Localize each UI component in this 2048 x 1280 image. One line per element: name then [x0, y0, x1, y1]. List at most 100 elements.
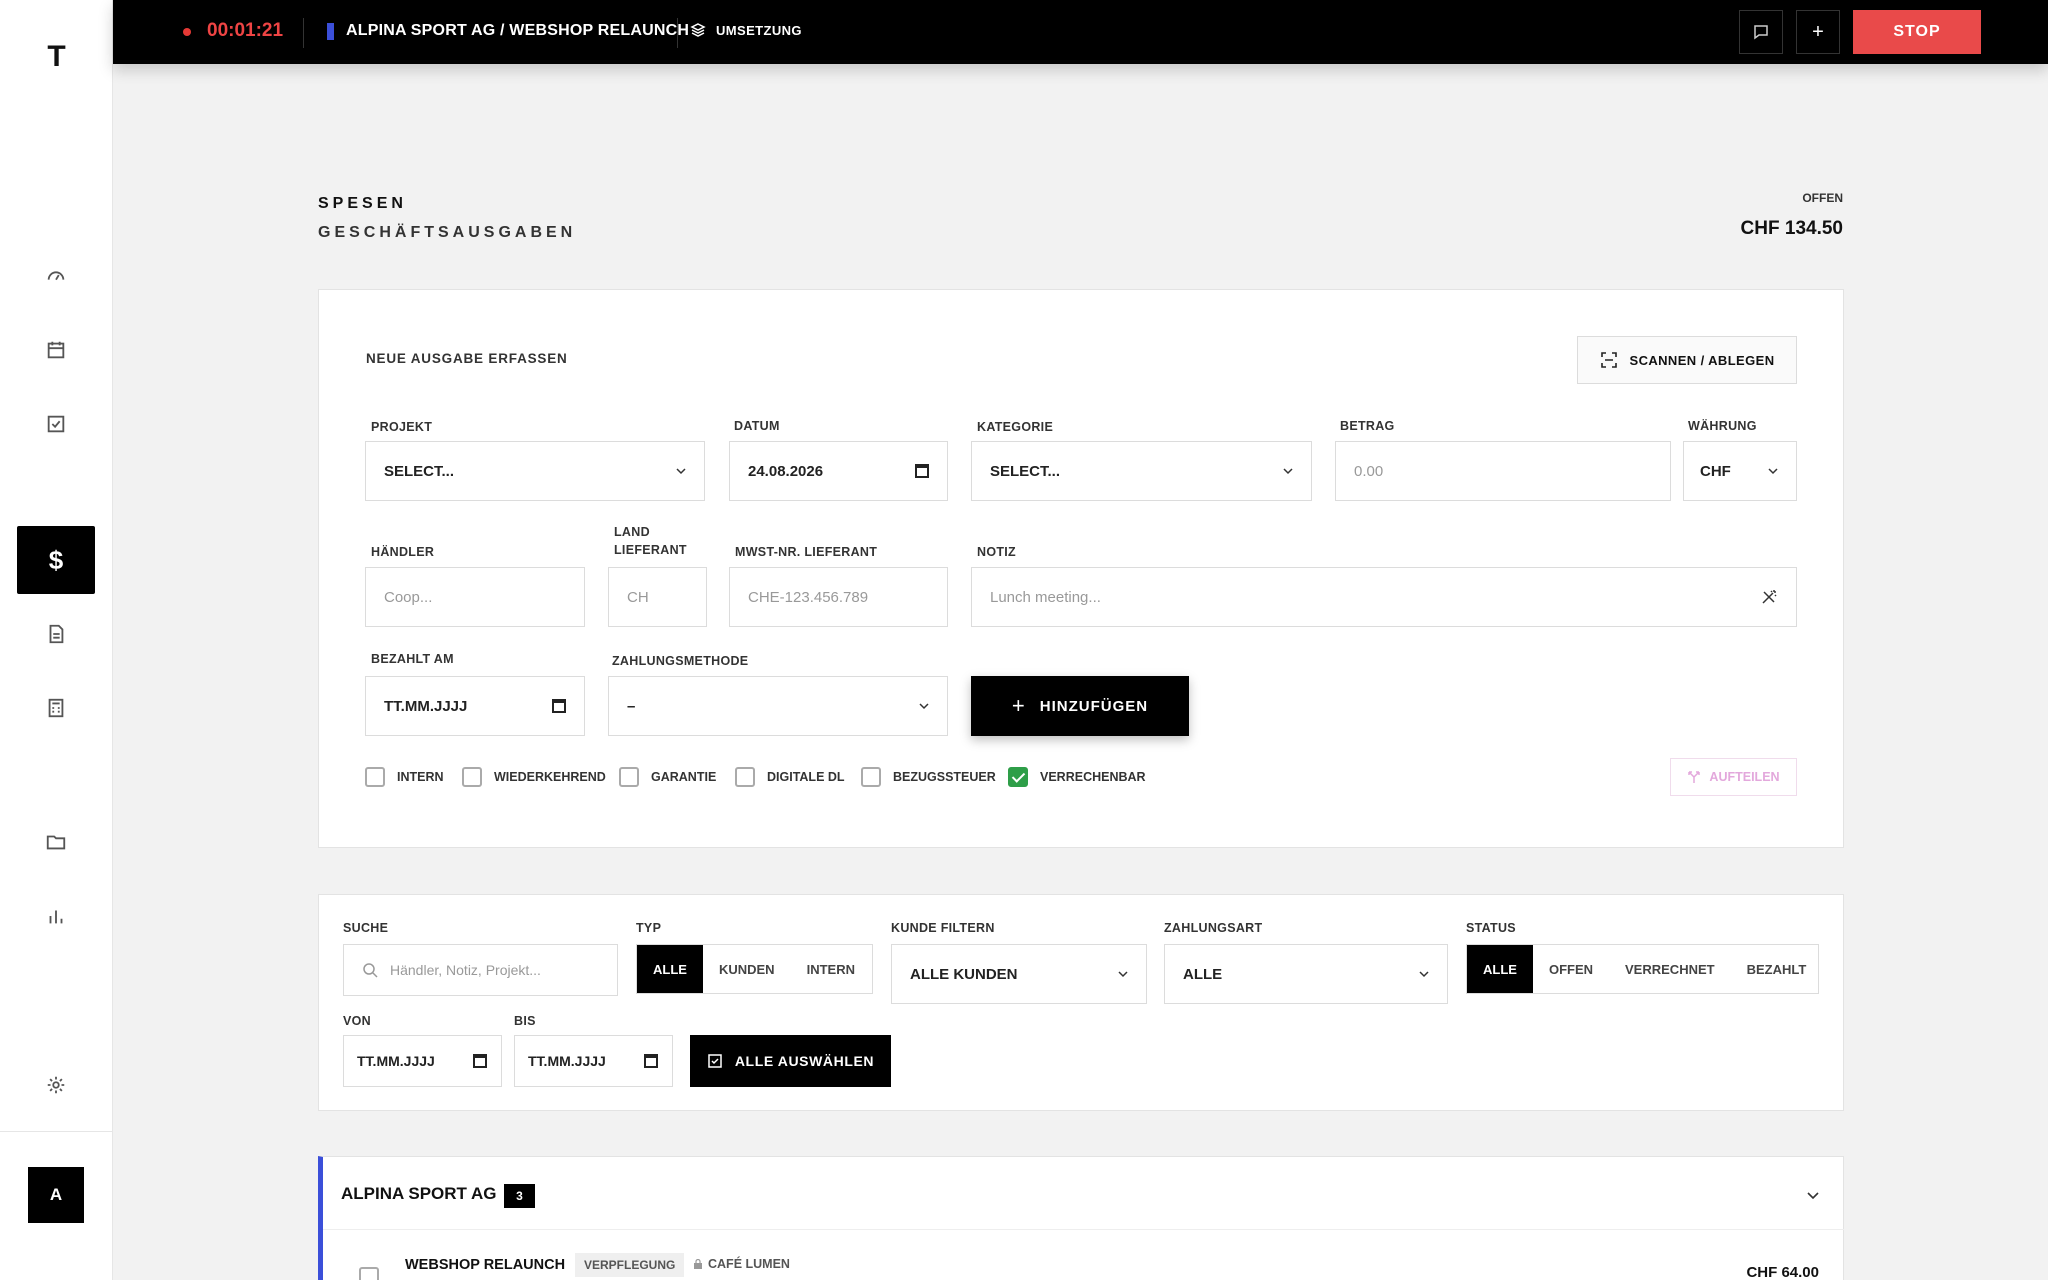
land-input[interactable]: CH — [608, 567, 707, 627]
nav-calendar[interactable] — [17, 316, 95, 384]
chevron-down-icon — [1768, 468, 1778, 475]
checkbox[interactable] — [462, 767, 482, 787]
nav-settings[interactable] — [17, 1051, 95, 1119]
land-label: LAND LIEFERANT — [614, 523, 687, 559]
projekt-value: SELECT... — [384, 462, 455, 480]
kunde-value: ALLE KUNDEN — [910, 965, 1018, 983]
plus-icon: + — [1011, 693, 1026, 718]
typ-option-intern[interactable]: INTERN — [791, 945, 871, 993]
checkbox[interactable] — [735, 767, 755, 787]
nav-expenses[interactable]: $ — [17, 526, 95, 594]
checkbox-icon — [47, 415, 65, 433]
checkbox-label: VERRECHENBAR — [1040, 770, 1146, 784]
chevron-down-icon — [676, 468, 686, 475]
mwst-input[interactable]: CHE-123.456.789 — [729, 567, 948, 627]
stop-button[interactable]: STOP — [1853, 10, 1981, 54]
expense-count-badge: 3 — [504, 1184, 535, 1208]
checkbox[interactable] — [861, 767, 881, 787]
select-all-label: ALLE AUSWÄHLEN — [734, 1053, 875, 1069]
nav-tasks[interactable] — [17, 390, 95, 458]
add-expense-button[interactable]: + HINZUFÜGEN — [971, 676, 1189, 736]
row-checkbox[interactable] — [359, 1267, 379, 1280]
current-phase[interactable]: UMSETZUNG — [716, 23, 802, 38]
nav-reports[interactable] — [17, 882, 95, 950]
status-label: STATUS — [1466, 921, 1516, 935]
typ-option-kunden[interactable]: KUNDEN — [703, 945, 791, 993]
checkbox-garantie[interactable]: GARANTIE — [619, 767, 716, 787]
dollar-icon: $ — [48, 544, 64, 575]
status-option-bezahlt[interactable]: BEZAHLT — [1731, 945, 1823, 993]
new-expense-card: NEUE AUSGABE ERFASSEN SCANNEN / ABLEGEN … — [318, 289, 1844, 848]
checkbox[interactable] — [619, 767, 639, 787]
merchant-name: CAFÉ LUMEN — [708, 1257, 790, 1271]
projekt-select[interactable]: SELECT... — [365, 441, 705, 501]
client-name[interactable]: ALPINA SPORT AG — [341, 1184, 497, 1204]
sidebar-divider — [0, 1131, 113, 1132]
haendler-input[interactable]: Coop... — [365, 567, 585, 627]
chevron-down-icon — [1419, 971, 1429, 978]
status-option-offen[interactable]: OFFEN — [1533, 945, 1609, 993]
add-entry-button[interactable]: + — [1796, 10, 1840, 54]
folder-icon — [46, 835, 66, 850]
chevron-down-icon[interactable] — [1807, 1189, 1819, 1201]
checkbox[interactable] — [365, 767, 385, 787]
add-button-label: HINZUFÜGEN — [1039, 697, 1149, 715]
page-title: SPESEN — [318, 195, 407, 212]
nav-folders[interactable] — [17, 808, 95, 876]
nav-invoices[interactable] — [17, 674, 95, 742]
kunde-select[interactable]: ALLE KUNDEN — [891, 944, 1147, 1004]
calendar-icon — [552, 699, 566, 713]
nav-dashboard[interactable] — [17, 242, 95, 310]
split-button-label: AUFTEILEN — [1709, 770, 1780, 784]
notiz-input[interactable]: Lunch meeting... — [971, 567, 1797, 627]
magic-wand-icon[interactable] — [1760, 588, 1778, 606]
status-option-verrechnet[interactable]: VERRECHNET — [1609, 945, 1731, 993]
betrag-input[interactable]: 0.00 — [1335, 441, 1671, 501]
open-amount-value: CHF 134.50 — [1740, 218, 1843, 239]
select-all-button[interactable]: ALLE AUSWÄHLEN — [690, 1035, 891, 1087]
zahlungsmethode-value: – — [627, 697, 636, 715]
von-date-field[interactable]: TT.MM.JJJJ — [343, 1035, 502, 1087]
waehrung-label: WÄHRUNG — [1688, 419, 1757, 433]
split-button[interactable]: AUFTEILEN — [1670, 758, 1797, 796]
suche-label: SUCHE — [343, 921, 389, 935]
current-project[interactable]: ALPINA SPORT AG / WEBSHOP RELAUNCH — [346, 22, 689, 40]
land-label-line1: LAND — [614, 525, 650, 539]
scan-button[interactable]: SCANNEN / ABLEGEN — [1577, 336, 1797, 384]
project-color-marker — [327, 23, 334, 40]
bezahlt-date-field[interactable]: TT.MM.JJJJ — [365, 676, 585, 736]
search-input[interactable]: Händler, Notiz, Projekt... — [343, 944, 618, 996]
timer-display: 00:01:21 — [207, 20, 284, 41]
typ-option-alle[interactable]: ALLE — [637, 945, 703, 993]
checkbox-verrechenbar[interactable]: VERRECHENBAR — [1008, 767, 1146, 787]
checkbox-label: BEZUGSSTEUER — [893, 770, 996, 784]
datum-value: 24.08.2026 — [748, 462, 824, 480]
status-option-alle[interactable]: ALLE — [1467, 945, 1533, 993]
von-value: TT.MM.JJJJ — [357, 1053, 435, 1069]
split-icon — [1688, 771, 1701, 783]
kategorie-select[interactable]: SELECT... — [971, 441, 1312, 501]
datum-field[interactable]: 24.08.2026 — [729, 441, 948, 501]
nav-documents[interactable] — [17, 600, 95, 668]
expense-project: WEBSHOP RELAUNCH — [405, 1257, 566, 1273]
app-logo: T — [47, 40, 66, 73]
search-icon — [363, 963, 378, 978]
recording-dot-icon — [183, 28, 191, 36]
calendar-icon — [473, 1054, 487, 1068]
checkbox-label: INTERN — [397, 770, 444, 784]
checkbox-checked[interactable] — [1008, 767, 1028, 787]
checkbox-bezugssteuer[interactable]: BEZUGSSTEUER — [861, 767, 996, 787]
zahlungsmethode-select[interactable]: – — [608, 676, 948, 736]
checkbox-wiederkehrend[interactable]: WIEDERKEHREND — [462, 767, 606, 787]
bis-date-field[interactable]: TT.MM.JJJJ — [514, 1035, 673, 1087]
bar-chart-icon — [49, 910, 63, 924]
checkbox-digitale-dl[interactable]: DIGITALE DL — [735, 767, 845, 787]
checkbox-intern[interactable]: INTERN — [365, 767, 444, 787]
avatar[interactable]: A — [28, 1167, 84, 1223]
mwst-placeholder: CHE-123.456.789 — [748, 588, 869, 606]
checkbox-label: DIGITALE DL — [767, 770, 845, 784]
waehrung-select[interactable]: CHF — [1683, 441, 1797, 501]
filter-card: SUCHE Händler, Notiz, Projekt... TYP ALL… — [318, 894, 1844, 1111]
comment-button[interactable] — [1739, 10, 1783, 54]
zahlungsart-select[interactable]: ALLE — [1164, 944, 1448, 1004]
